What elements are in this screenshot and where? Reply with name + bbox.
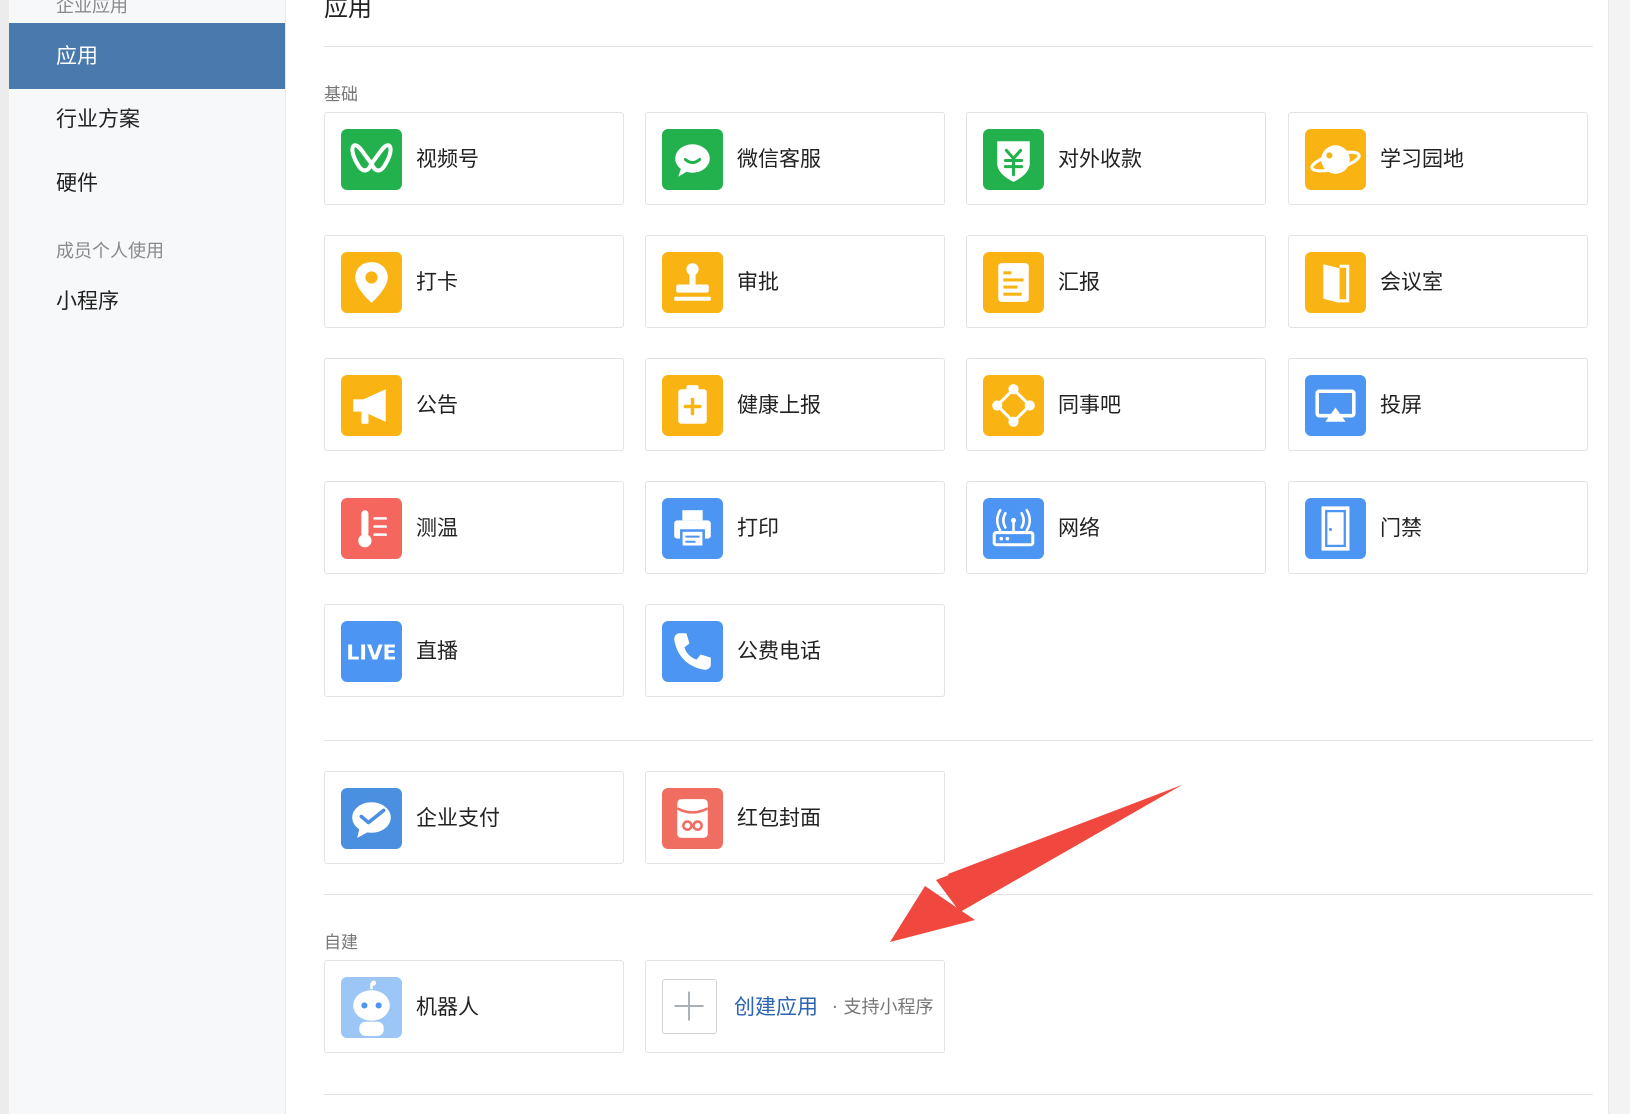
annotation-arrow-icon [890, 785, 1182, 942]
